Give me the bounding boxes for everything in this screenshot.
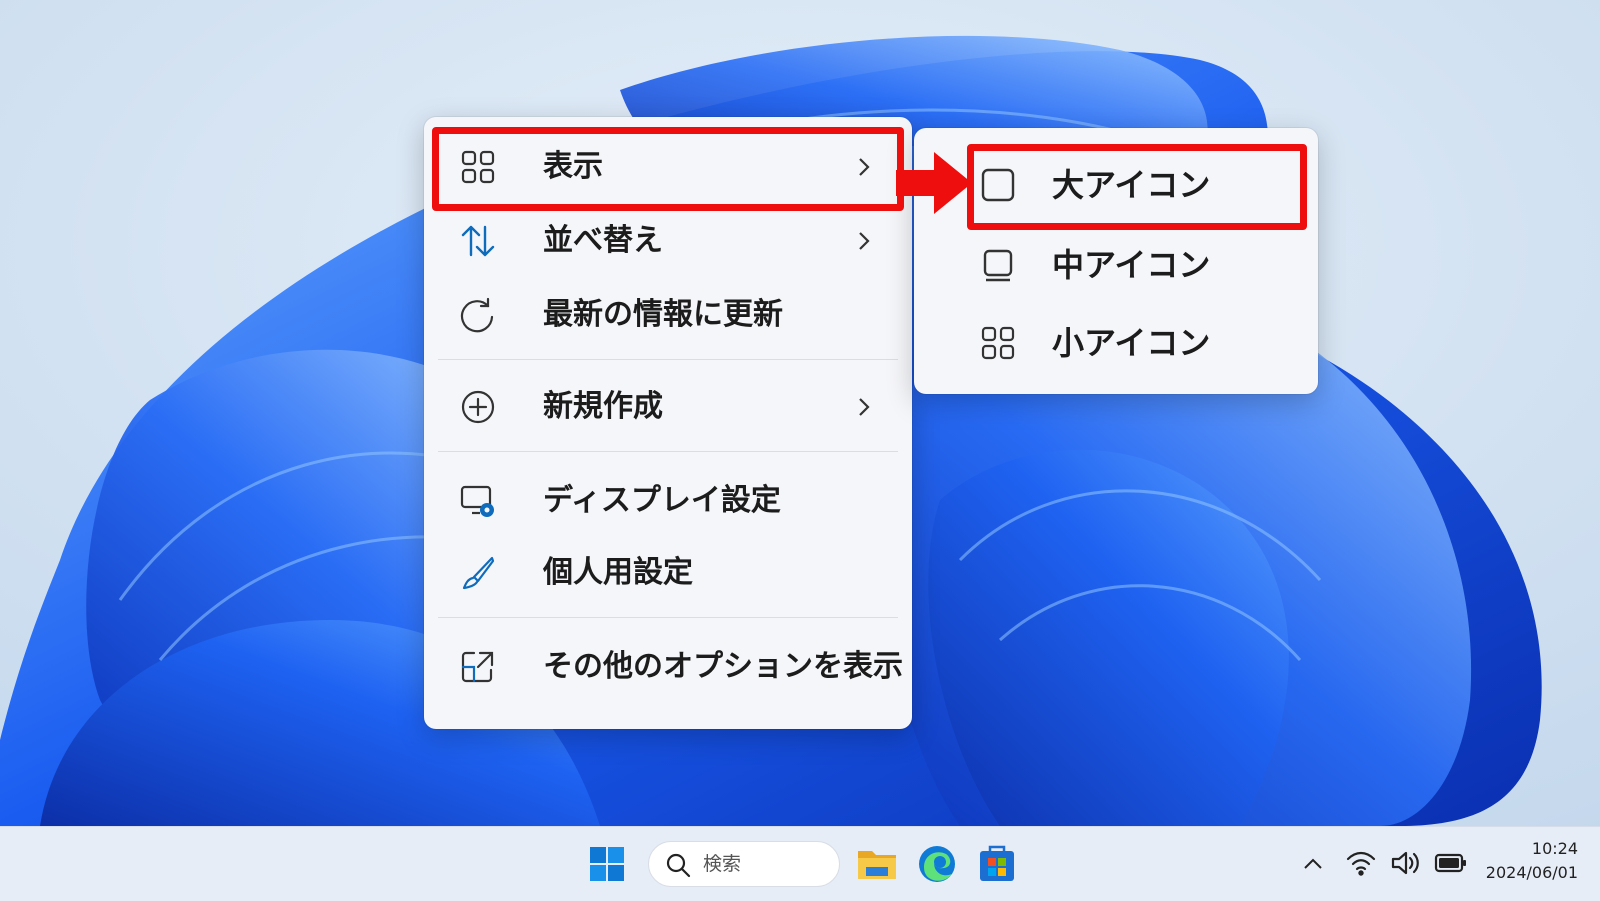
desktop-context-menu: 表示 並べ替え 最新の情報に更新 新規作成 ディスプレイ設定 個人用設定 その他… (424, 117, 912, 729)
taskbar-search[interactable]: 検索 (648, 841, 840, 887)
search-icon (666, 853, 691, 878)
grid-icon (461, 150, 495, 184)
menu-item-display-settings[interactable]: ディスプレイ設定 (438, 469, 898, 533)
submenu-item-medium-icons[interactable]: 中アイコン (954, 230, 1294, 300)
menu-item-label: ディスプレイ設定 (543, 483, 781, 518)
chevron-up-icon[interactable] (1302, 853, 1324, 875)
menu-item-label: 新規作成 (543, 389, 663, 424)
plus-circle-icon (461, 390, 495, 424)
menu-item-refresh[interactable]: 最新の情報に更新 (438, 283, 898, 347)
clock-time[interactable]: 10:24 (1532, 839, 1578, 858)
brush-icon (462, 556, 495, 590)
display-settings-icon (460, 485, 494, 517)
start-icon[interactable] (584, 841, 630, 887)
menu-item-new[interactable]: 新規作成 (438, 375, 898, 439)
chevron-right-icon (859, 232, 870, 250)
file-explorer-icon[interactable] (854, 841, 900, 887)
annotation-arrow-icon (896, 152, 972, 214)
search-label: 検索 (703, 853, 742, 875)
menu-item-label: 最新の情報に更新 (543, 297, 783, 332)
battery-icon[interactable] (1434, 851, 1468, 875)
menu-separator (438, 451, 898, 452)
menu-item-label: 表示 (543, 149, 603, 184)
submenu-item-label: 大アイコン (1052, 166, 1211, 204)
expand-icon (461, 651, 494, 683)
submenu-item-label: 中アイコン (1052, 246, 1211, 284)
menu-item-sort[interactable]: 並べ替え (438, 209, 898, 273)
submenu-item-label: 小アイコン (1052, 324, 1211, 362)
menu-item-label: 個人用設定 (543, 555, 693, 590)
menu-item-label: その他のオプションを表示 (543, 649, 903, 684)
menu-item-view[interactable]: 表示 (438, 135, 898, 199)
menu-separator (438, 617, 898, 618)
chevron-right-icon (859, 158, 870, 176)
large-icon-square-icon (981, 168, 1015, 202)
store-icon[interactable] (974, 841, 1020, 887)
menu-item-label: 並べ替え (543, 223, 663, 258)
menu-separator (438, 359, 898, 360)
medium-icon-square-icon (983, 249, 1013, 282)
taskbar: 検索 10:24 2024/06/01 (0, 826, 1600, 901)
volume-icon[interactable] (1390, 849, 1422, 877)
refresh-icon (460, 297, 494, 333)
submenu-item-large-icons[interactable]: 大アイコン (954, 150, 1294, 220)
view-submenu: 大アイコン 中アイコン 小アイコン (914, 128, 1318, 394)
edge-icon[interactable] (914, 841, 960, 887)
small-icon-grid-icon (981, 326, 1015, 360)
menu-item-personalize[interactable]: 個人用設定 (438, 541, 898, 605)
sort-arrows-icon (461, 225, 495, 257)
submenu-item-small-icons[interactable]: 小アイコン (954, 308, 1294, 378)
clock-date[interactable]: 2024/06/01 (1486, 863, 1578, 882)
menu-item-more-options[interactable]: その他のオプションを表示 (438, 635, 903, 699)
wifi-icon[interactable] (1346, 849, 1376, 877)
chevron-right-icon (859, 398, 870, 416)
